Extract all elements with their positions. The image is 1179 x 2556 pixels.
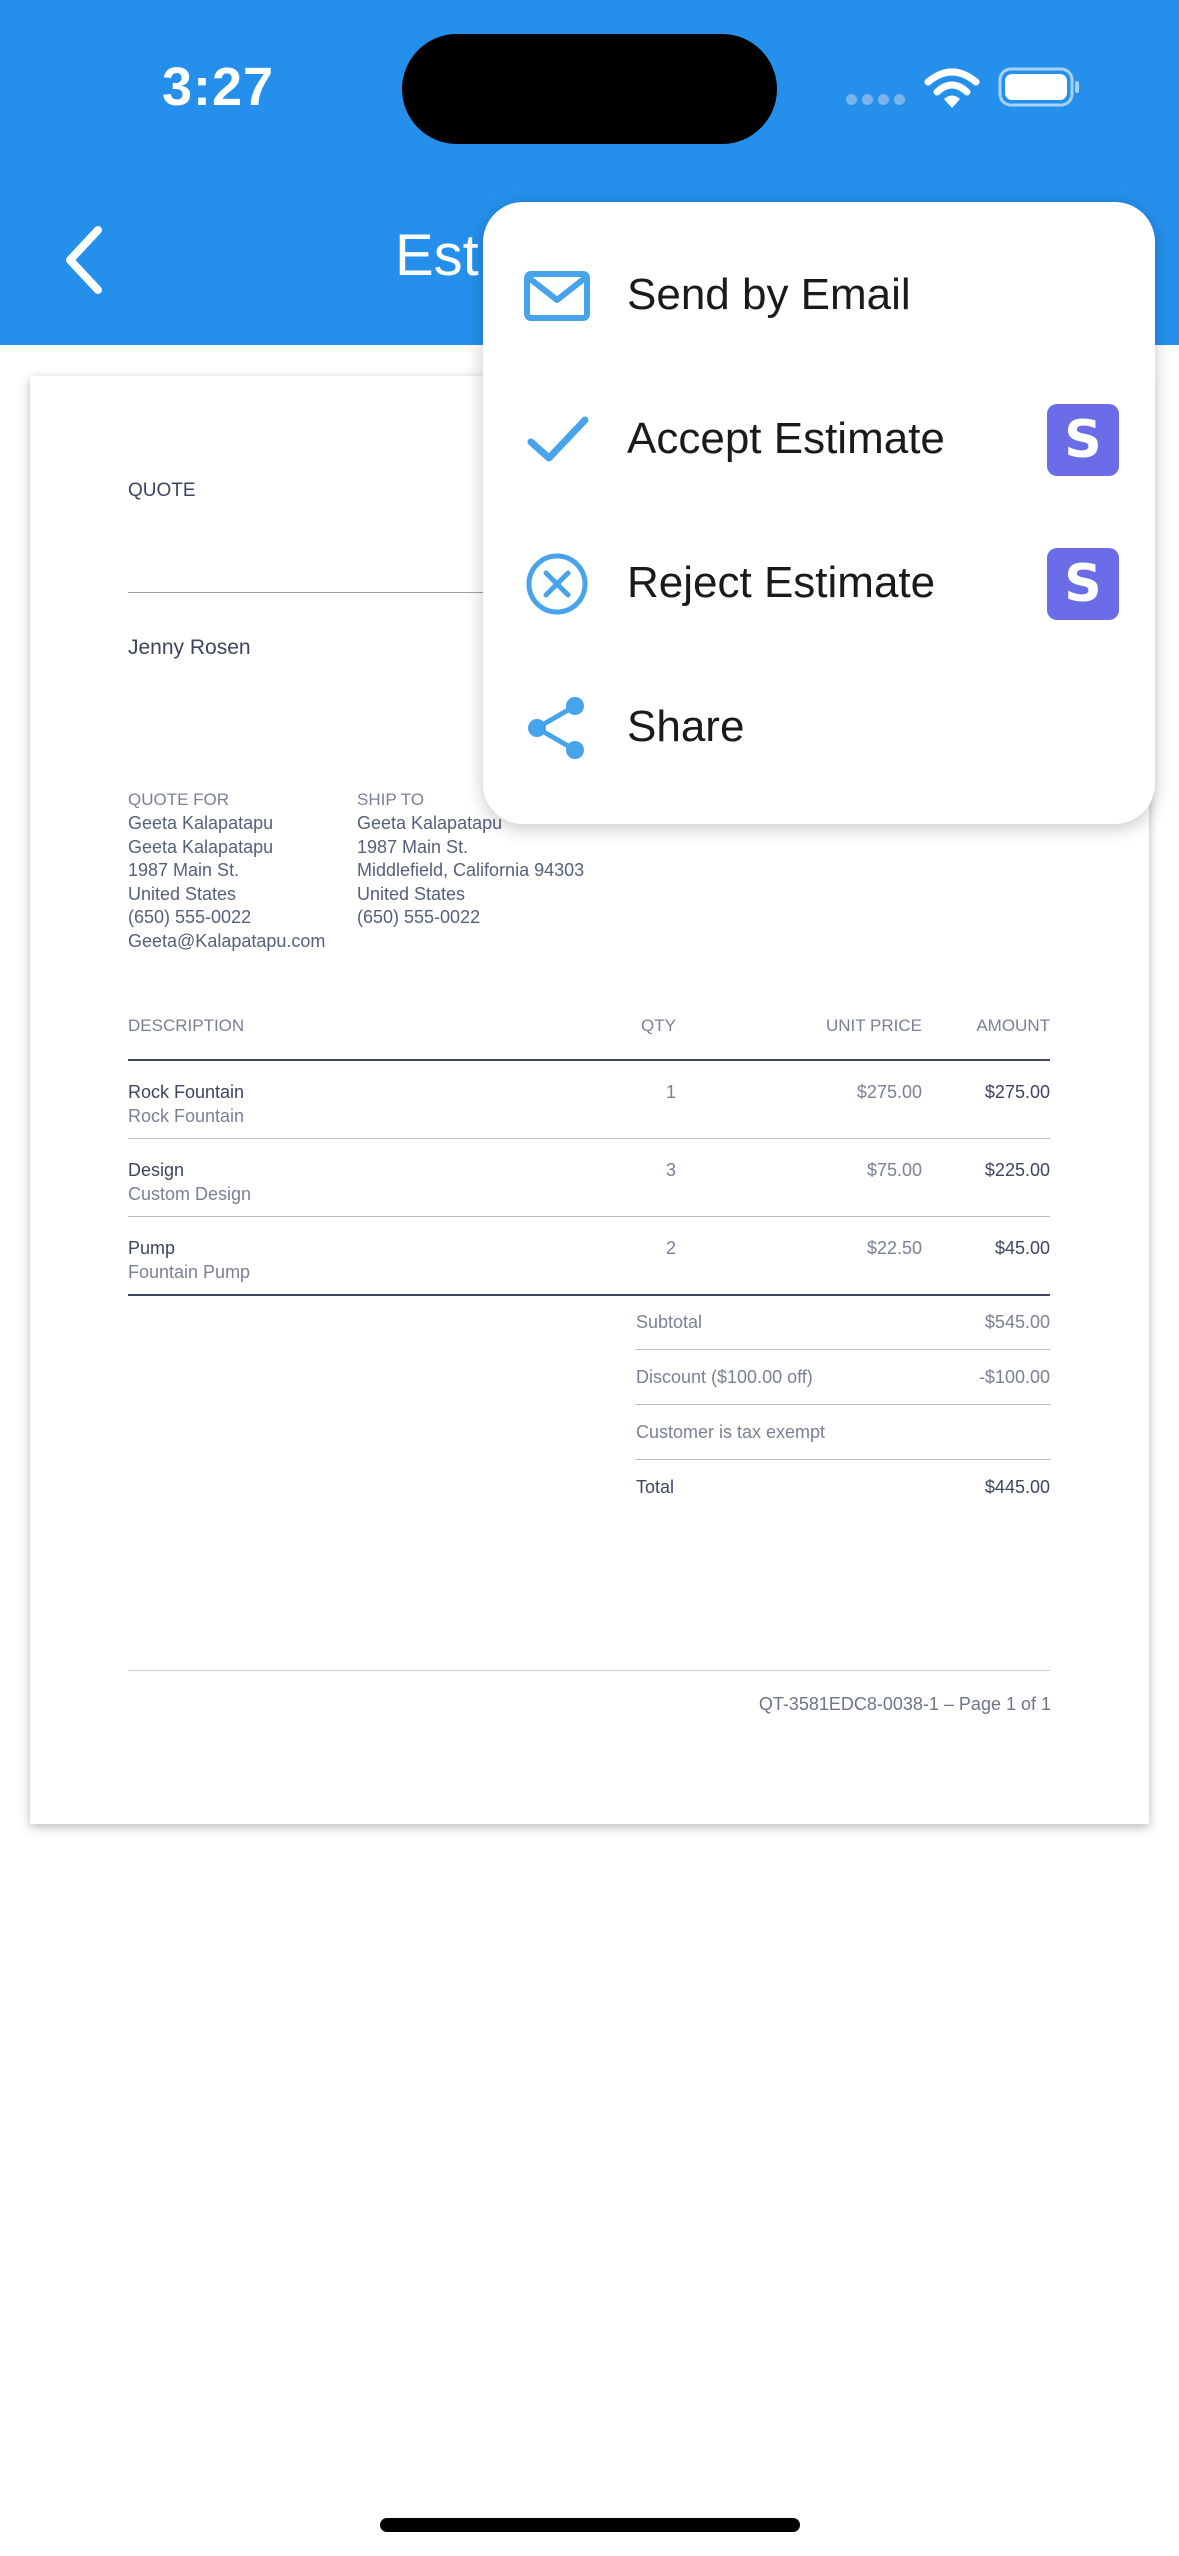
mail-icon	[524, 271, 590, 321]
check-icon	[527, 416, 589, 462]
status-time: 3:27	[162, 57, 275, 117]
battery-icon	[998, 67, 1079, 107]
address-line: Geeta Kalapatapu	[128, 813, 274, 833]
column-header-qty: QTY	[641, 1016, 676, 1035]
subtotal-label: Subtotal	[636, 1312, 703, 1332]
totals-rule	[636, 1349, 1050, 1350]
total-label: Total	[636, 1477, 675, 1497]
address-line: (650) 555-0022	[128, 907, 252, 927]
total-value: $445.00	[984, 1477, 1050, 1497]
column-header-description: DESCRIPTION	[128, 1016, 245, 1035]
address-line: Geeta@Kalapatapu.com	[128, 930, 326, 951]
company-name: Jenny Rosen	[128, 636, 251, 659]
dynamic-island	[402, 34, 777, 144]
item-detail: Rock Fountain	[128, 1106, 245, 1126]
back-button[interactable]	[56, 220, 116, 300]
address-line: 1987 Main St.	[128, 860, 240, 880]
discount-label: Discount ($100.00 off)	[636, 1367, 813, 1387]
menu-item-send-by-email[interactable]: Send by Email	[483, 224, 1155, 368]
item-amount: $225.00	[984, 1160, 1050, 1180]
address-line: 1987 Main St.	[357, 836, 469, 857]
menu-item-label: Send by Email	[627, 270, 911, 319]
address-line: United States	[128, 883, 237, 904]
tax-label: Customer is tax exempt	[636, 1422, 826, 1442]
item-amount: $275.00	[984, 1082, 1050, 1102]
menu-item-accept-estimate[interactable]: Accept Estimate S	[483, 368, 1155, 512]
item-amount: $45.00	[994, 1238, 1050, 1258]
menu-item-label: Share	[627, 702, 745, 751]
discount-value: -$100.00	[978, 1367, 1050, 1387]
x-circle-icon	[526, 553, 588, 615]
menu-item-label: Reject Estimate	[627, 558, 936, 607]
address-line: Geeta Kalapatapu	[128, 836, 274, 857]
item-unit-price: $75.00	[866, 1160, 922, 1180]
stripe-logo-icon: S	[1047, 548, 1119, 620]
subtotal-value: $545.00	[984, 1312, 1050, 1332]
quote-for-label: QUOTE FOR	[128, 790, 230, 809]
item-detail: Fountain Pump	[128, 1262, 251, 1282]
address-line: (650) 555-0022	[357, 907, 481, 927]
item-qty: 2	[665, 1238, 676, 1258]
item-unit-price: $275.00	[856, 1082, 922, 1102]
share-icon	[528, 697, 584, 759]
menu-item-share[interactable]: Share	[483, 656, 1155, 800]
totals-rule	[636, 1459, 1050, 1460]
address-line: United States	[357, 883, 466, 904]
cellular-signal-icon	[846, 94, 906, 108]
menu-item-label: Accept Estimate	[627, 414, 945, 463]
wifi-icon	[924, 68, 980, 108]
home-indicator[interactable]	[380, 2518, 800, 2532]
row-rule	[128, 1216, 1050, 1217]
footer-divider	[128, 1670, 1050, 1671]
item-name: Design	[128, 1160, 185, 1180]
column-header-unit-price: UNIT PRICE	[825, 1016, 922, 1035]
address-line: Middlefield, California 94303	[357, 860, 585, 880]
item-name: Pump	[128, 1238, 176, 1258]
column-header-amount: AMOUNT	[976, 1016, 1050, 1035]
page-title: Est	[395, 223, 479, 288]
item-detail: Custom Design	[128, 1184, 252, 1204]
stripe-logo-icon: S	[1047, 404, 1119, 476]
actions-menu: Send by Email Accept Estimate S Reject E…	[483, 202, 1155, 824]
document-footer: QT-3581EDC8-0038-1 – Page 1 of 1	[758, 1694, 1051, 1714]
table-bottom-rule	[128, 1294, 1050, 1296]
row-rule	[128, 1138, 1050, 1139]
item-unit-price: $22.50	[866, 1238, 922, 1258]
item-name: Rock Fountain	[128, 1082, 245, 1102]
item-qty: 3	[665, 1160, 676, 1180]
quote-for-block: QUOTE FOR Geeta Kalapatapu Geeta Kalapat…	[128, 790, 325, 953]
item-qty: 1	[665, 1082, 676, 1102]
quote-label: QUOTE	[128, 480, 196, 501]
menu-item-reject-estimate[interactable]: Reject Estimate S	[483, 512, 1155, 656]
totals-rule	[636, 1404, 1050, 1405]
header-rule	[128, 1059, 1050, 1061]
